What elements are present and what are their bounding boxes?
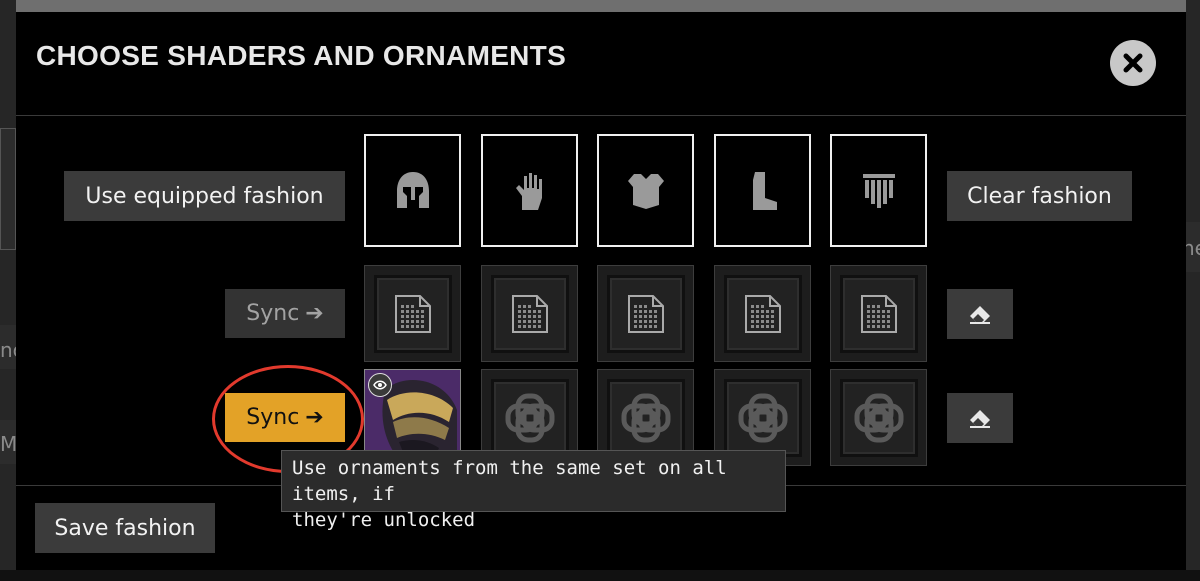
shader-icon xyxy=(744,294,781,333)
arrow-right-icon: ➔ xyxy=(305,405,324,430)
armor-slot-gauntlets[interactable] xyxy=(481,134,578,247)
armor-slot-legs[interactable] xyxy=(714,134,811,247)
shader-slot[interactable] xyxy=(597,265,694,362)
eraser-icon xyxy=(970,410,990,428)
shader-slot[interactable] xyxy=(714,265,811,362)
background-panel xyxy=(0,128,16,250)
sync-shaders-button[interactable]: Sync ➔ xyxy=(225,289,345,338)
shader-icon xyxy=(511,294,548,333)
shader-icon xyxy=(394,294,431,333)
arrow-right-icon: ➔ xyxy=(305,301,324,326)
gauntlet-icon xyxy=(515,172,542,210)
sync-tooltip: Use ornaments from the same set on all i… xyxy=(281,450,786,531)
ornament-slot[interactable] xyxy=(830,369,927,466)
chest-armor-icon xyxy=(627,173,664,209)
armor-slot-chest[interactable] xyxy=(597,134,694,247)
modal-title: CHOOSE SHADERS AND ORNAMENTS xyxy=(36,40,567,71)
eraser-icon xyxy=(970,306,990,324)
close-button[interactable] xyxy=(1110,40,1156,86)
boot-icon xyxy=(752,171,777,210)
fashion-modal: CHOOSE SHADERS AND ORNAMENTS Use equippe… xyxy=(16,0,1186,570)
clear-ornaments-button[interactable] xyxy=(947,393,1013,443)
shader-slot[interactable] xyxy=(364,265,461,362)
modal-header: CHOOSE SHADERS AND ORNAMENTS xyxy=(16,12,1186,116)
helmet-icon xyxy=(396,171,429,208)
modal-topbar xyxy=(16,0,1186,12)
clear-shaders-button[interactable] xyxy=(947,289,1013,339)
save-fashion-button[interactable]: Save fashion xyxy=(35,503,215,553)
armor-slot-helmet[interactable] xyxy=(364,134,461,247)
shader-slot[interactable] xyxy=(481,265,578,362)
clear-fashion-button[interactable]: Clear fashion xyxy=(947,171,1132,221)
shader-icon xyxy=(860,294,897,333)
ornament-knot-icon xyxy=(505,393,554,442)
page-scrollbar[interactable] xyxy=(0,570,1200,581)
shader-icon xyxy=(627,294,664,333)
close-icon xyxy=(1123,53,1143,73)
shader-slot[interactable] xyxy=(830,265,927,362)
armor-slot-class-item[interactable] xyxy=(830,134,927,247)
use-equipped-fashion-button[interactable]: Use equipped fashion xyxy=(64,171,345,221)
ornament-knot-icon xyxy=(621,393,670,442)
sync-ornaments-button[interactable]: Sync ➔ xyxy=(225,393,345,442)
sync-shaders-label: Sync xyxy=(246,301,300,326)
ornament-knot-icon xyxy=(738,393,787,442)
eye-icon xyxy=(368,373,392,397)
sync-ornaments-label: Sync xyxy=(246,405,300,430)
class-item-icon xyxy=(862,173,895,208)
ornament-knot-icon xyxy=(854,393,903,442)
